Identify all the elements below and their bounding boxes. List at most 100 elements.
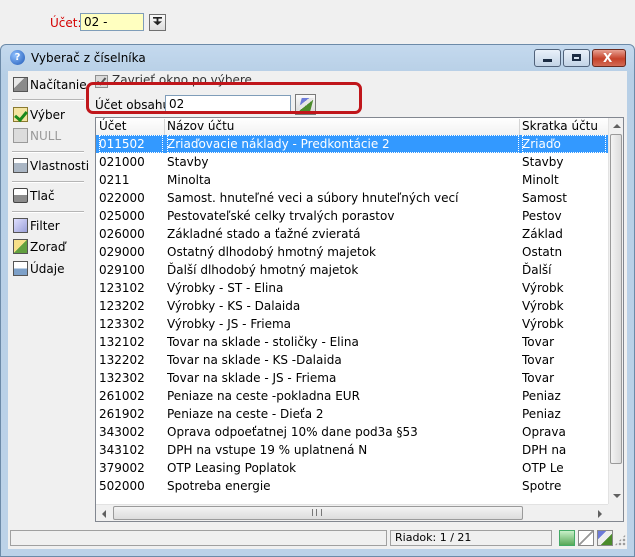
cell-abbreviation: Samost <box>522 191 567 205</box>
cell-abbreviation: Oprava <box>522 425 566 439</box>
parent-form-area: Účet: 02 - <box>0 0 635 44</box>
table-row[interactable]: 022000 Samost. hnuteľné veci a súbory hnu… <box>96 189 608 207</box>
select-label: Výber <box>30 108 65 122</box>
cell-account-name: Zriaďovacie náklady - Predkontácie 2 <box>167 135 519 153</box>
edit-icon[interactable] <box>578 530 594 546</box>
cell-abbreviation: Ďalší <box>522 263 552 277</box>
data-icon <box>13 261 28 276</box>
filter-button[interactable]: Filter <box>12 217 86 235</box>
table-header: Účet Názov účtu Skratka účtu <box>96 118 608 136</box>
table-row[interactable]: 025000 Pestovateľské celky trvalých poras… <box>96 207 608 225</box>
toolbar-divider <box>12 181 84 183</box>
table-row[interactable]: 123202 Výrobky - KS - Dalaida Výrobk <box>96 297 608 315</box>
table-row[interactable]: 021000 Stavby Stavby <box>96 153 608 171</box>
cell-abbreviation: Pestov <box>522 209 562 223</box>
column-header-name[interactable]: Názov účtu <box>167 119 234 133</box>
printer-icon <box>13 188 28 203</box>
table-row[interactable]: 502000 Spotreba energie Spotre <box>96 477 608 495</box>
table-row[interactable]: 343102 DPH na vstupe 19 % uplatnená N DPH … <box>96 441 608 459</box>
table-row[interactable]: 0211 Minolta Minolt <box>96 171 608 189</box>
vertical-scroll-thumb[interactable] <box>610 134 622 464</box>
horizontal-scroll-thumb[interactable] <box>113 506 523 520</box>
table-row[interactable]: 132202 Tovar na sklade - KS -Dalaida Tovar <box>96 351 608 369</box>
scroll-up-arrow-icon[interactable] <box>609 118 623 134</box>
resize-grip-icon[interactable] <box>614 534 626 546</box>
cell-abbreviation: Základ <box>522 227 563 241</box>
account-field[interactable]: 02 - <box>80 13 144 31</box>
table-row[interactable]: 029100 Ďalší dlhodobý hmotný majetok Ďalší <box>96 261 608 279</box>
side-toolbar: Načítanie Výber NULL Vlastnosti Tlač Fil… <box>8 71 89 523</box>
load-icon <box>13 77 28 92</box>
cell-account: 132202 <box>99 353 145 367</box>
print-button[interactable]: Tlač <box>12 187 86 205</box>
cell-account: 343002 <box>99 425 145 439</box>
cell-abbreviation: DPH na <box>522 443 567 457</box>
toolbar-divider <box>12 99 84 101</box>
help-icon: ? <box>10 50 25 65</box>
maximize-button[interactable] <box>563 49 590 67</box>
minimize-icon <box>543 59 552 62</box>
cell-account-name: Výrobky - KS - Dalaida <box>167 299 301 313</box>
cell-account: 343102 <box>99 443 145 457</box>
cell-account-name: DPH na vstupe 19 % uplatnená N <box>167 443 368 457</box>
filter-pen-icon[interactable] <box>597 530 613 546</box>
status-panel <box>10 530 387 546</box>
select-button[interactable]: Výber <box>12 106 86 124</box>
checkmark-icon <box>13 107 28 122</box>
cell-account-name: Oprava odpoeťatnej 10% dane pod3a §53 <box>167 425 418 439</box>
cell-account: 123102 <box>99 281 145 295</box>
minimize-button[interactable] <box>534 49 561 67</box>
table-row[interactable]: 261002 Peniaze na ceste -pokladna EUR Peni… <box>96 387 608 405</box>
scroll-down-arrow-icon[interactable] <box>609 488 623 504</box>
cell-account-name: Stavby <box>167 155 209 169</box>
cell-abbreviation: Výrobk <box>522 281 564 295</box>
window-client: Načítanie Výber NULL Vlastnosti Tlač Fil… <box>8 71 627 549</box>
cell-account: 132302 <box>99 371 145 385</box>
table-row[interactable]: 261902 Peniaze na ceste - Dieťa 2 Peniaz <box>96 405 608 423</box>
column-header-account[interactable]: Účet <box>99 119 126 133</box>
table-row[interactable]: 029000 Ostatný dlhodobý hmotný majetok Ost… <box>96 243 608 261</box>
table-row[interactable]: 379002 OTP Leasing Poplatok OTP Le <box>96 459 608 477</box>
scrollbar-corner <box>608 504 623 521</box>
table-row[interactable]: 026000 Základné stado a ťažné zvieratá Zák… <box>96 225 608 243</box>
cell-account-name: Peniaze na ceste -pokladna EUR <box>167 389 360 403</box>
account-picker-button[interactable] <box>149 14 166 31</box>
table-row[interactable]: 132302 Tovar na sklade - JS - Friema Tovar <box>96 369 608 387</box>
load-button[interactable]: Načítanie <box>12 76 87 94</box>
close-icon: X <box>603 51 613 65</box>
vertical-scrollbar[interactable] <box>608 118 623 504</box>
cell-account: 132102 <box>99 335 145 349</box>
accounts-table[interactable]: Účet Názov účtu Skratka účtu 011502 Zriaď… <box>95 117 624 522</box>
grid-view-icon[interactable] <box>559 530 575 546</box>
horizontal-scrollbar[interactable] <box>96 504 608 521</box>
cell-abbreviation: Tovar <box>522 371 555 385</box>
properties-icon <box>13 158 28 173</box>
scroll-right-arrow-icon[interactable] <box>592 505 608 521</box>
table-row[interactable]: 132102 Tovar na sklade - stoličky - Elina… <box>96 333 608 351</box>
title-bar[interactable]: ? Vyberač z číselníka X <box>1 45 634 71</box>
properties-button[interactable]: Vlastnosti <box>12 157 89 175</box>
cell-abbreviation: Výrobk <box>522 317 564 331</box>
table-row[interactable]: 343002 Oprava odpoeťatnej 10% dane pod3a … <box>96 423 608 441</box>
cell-abbreviation: Tovar <box>522 353 555 367</box>
cell-account: 261902 <box>99 407 145 421</box>
window-title: Vyberač z číselníka <box>31 51 146 65</box>
column-divider[interactable] <box>519 119 520 136</box>
scroll-left-arrow-icon[interactable] <box>96 505 112 521</box>
column-header-abbrev[interactable]: Skratka účtu <box>522 119 598 133</box>
sort-button[interactable]: Zoraď <box>12 238 86 256</box>
cell-abbreviation: Zriaďo <box>522 135 606 153</box>
data-button[interactable]: Údaje <box>12 260 86 278</box>
print-label: Tlač <box>30 189 55 203</box>
table-row[interactable]: 011502 Zriaďovacie náklady - Predkontácie… <box>96 135 608 153</box>
cell-account: 021000 <box>99 155 145 169</box>
table-row[interactable]: 123102 Výrobky - ST - Elina Výrobk <box>96 279 608 297</box>
null-icon <box>13 128 28 143</box>
cell-account: 502000 <box>99 479 145 493</box>
column-divider[interactable] <box>164 119 165 136</box>
close-button[interactable]: X <box>592 49 626 67</box>
cell-account-name: Minolta <box>167 173 212 187</box>
null-button[interactable]: NULL <box>12 127 86 145</box>
table-row[interactable]: 123302 Výrobky - JS - Friema Výrobk <box>96 315 608 333</box>
cell-account: 025000 <box>99 209 145 223</box>
